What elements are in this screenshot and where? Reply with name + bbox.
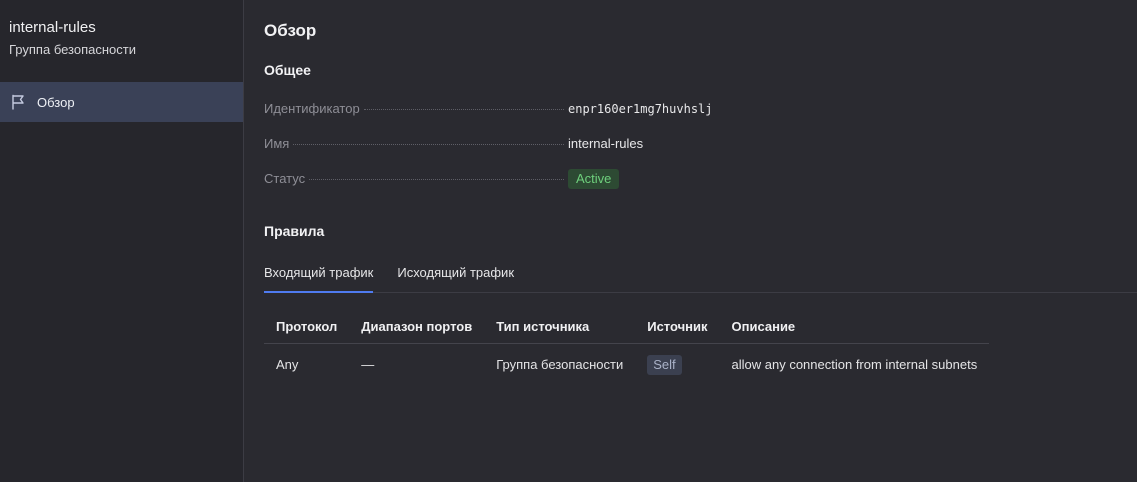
flag-icon — [10, 93, 28, 111]
rules-section-title: Правила — [264, 223, 325, 239]
name-value: internal-rules — [568, 136, 644, 151]
cell-source: Self — [635, 344, 719, 386]
property-key: Идентификатор — [264, 101, 568, 116]
general-section-title: Общее — [264, 62, 311, 78]
status-label: Статус — [264, 171, 306, 186]
resource-title: internal-rules — [9, 19, 96, 36]
main-content: Обзор Общее Идентификатор enpr160er1mg7h… — [244, 0, 1137, 482]
column-header-description: Описание — [719, 310, 990, 344]
property-row-name: Имя internal-rules — [264, 126, 724, 161]
rules-table: Протокол Диапазон портов Тип источника И… — [264, 310, 990, 386]
cell-source-type: Группа безопасности — [496, 357, 624, 372]
sidebar-nav: Обзор — [0, 82, 243, 122]
sidebar-item-label: Обзор — [37, 94, 75, 110]
column-header-ports: Диапазон портов — [349, 310, 485, 344]
cell-protocol: Any — [276, 357, 299, 372]
page-title: Обзор — [264, 21, 317, 40]
status-badge: Active — [568, 168, 620, 189]
sidebar: internal-rules Группа безопасности Обзор — [0, 0, 244, 482]
leader-dots — [309, 179, 564, 180]
cell-ports: — — [361, 357, 375, 372]
table-row[interactable]: Any — Группа безопасности Self allow any… — [264, 344, 989, 386]
name-label: Имя — [264, 136, 290, 151]
property-row-status: Статус Active — [264, 161, 724, 196]
resource-type: Группа безопасности — [9, 42, 136, 57]
property-key: Статус — [264, 171, 568, 186]
id-value: enpr160er1mg7huvhslj — [568, 101, 713, 116]
traffic-tabs: Входящий трафик Исходящий трафик — [264, 260, 1137, 293]
id-label: Идентификатор — [264, 101, 360, 116]
app-root: internal-rules Группа безопасности Обзор… — [0, 0, 1137, 482]
column-header-source-type: Тип источника — [484, 310, 636, 344]
leader-dots — [363, 109, 564, 110]
sidebar-header: internal-rules Группа безопасности — [0, 0, 243, 64]
column-header-protocol: Протокол — [264, 310, 350, 344]
properties-list: Идентификатор enpr160er1mg7huvhslj Имя i… — [264, 91, 724, 196]
tab-ingress[interactable]: Входящий трафик — [264, 260, 374, 293]
tab-egress[interactable]: Исходящий трафик — [397, 260, 514, 292]
column-header-source: Источник — [635, 310, 720, 344]
leader-dots — [293, 144, 564, 145]
source-badge: Self — [647, 354, 682, 375]
table-header-row: Протокол Диапазон портов Тип источника И… — [264, 310, 990, 344]
property-row-id: Идентификатор enpr160er1mg7huvhslj — [264, 91, 724, 126]
sidebar-item-overview[interactable]: Обзор — [0, 82, 243, 122]
cell-description: allow any connection from internal subne… — [731, 357, 978, 372]
property-key: Имя — [264, 136, 568, 151]
